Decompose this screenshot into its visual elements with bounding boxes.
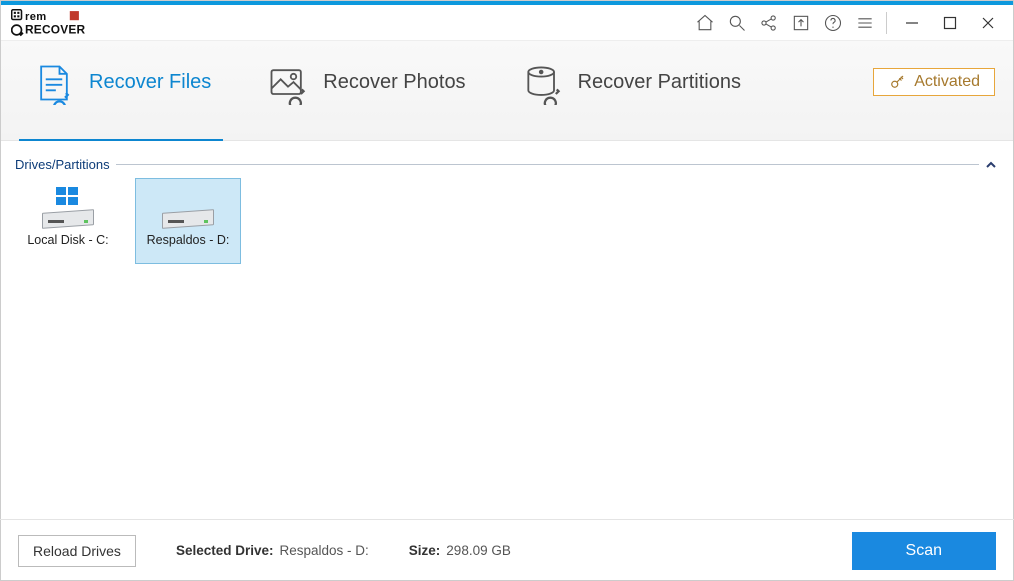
tab-recover-partitions[interactable]: Recover Partitions [508,41,753,141]
size-info: Size: 298.09 GB [409,543,511,558]
reload-drives-button[interactable]: Reload Drives [18,535,136,567]
titlebar-icons [690,8,1007,38]
photos-icon [265,60,311,106]
selected-drive-info: Selected Drive: Respaldos - D: [176,543,369,558]
export-icon[interactable] [786,8,816,38]
section-header: Drives/Partitions [15,157,999,172]
titlebar: rem RECOVER [1,1,1013,41]
section-divider [116,164,979,165]
search-icon[interactable] [722,8,752,38]
files-icon [31,60,77,106]
maximize-button[interactable] [931,8,969,38]
drive-item-c[interactable]: Local Disk - C: [15,178,121,264]
drive-icon [162,195,214,227]
svg-text:rem: rem [25,11,47,23]
drive-label: Local Disk - C: [27,233,108,247]
section-title: Drives/Partitions [15,157,110,172]
tab-label: Recover Partitions [578,71,741,94]
share-icon[interactable] [754,8,784,38]
help-icon[interactable] [818,8,848,38]
scan-button[interactable]: Scan [852,532,996,570]
tab-label: Recover Files [89,71,211,94]
svg-text:RECOVER: RECOVER [25,22,85,36]
main-area: Drives/Partitions Local Disk - C: [1,141,1013,264]
size-key: Size: [409,543,441,558]
partitions-icon [520,60,566,106]
activated-button[interactable]: Activated [873,68,995,96]
selected-drive-key: Selected Drive: [176,543,274,558]
tab-recover-photos[interactable]: Recover Photos [253,41,477,141]
size-value: 298.09 GB [446,543,511,558]
menu-icon[interactable] [850,8,880,38]
selected-drive-value: Respaldos - D: [279,543,368,558]
app-logo: rem RECOVER [11,9,116,37]
drive-icon [42,195,94,227]
activated-label: Activated [914,73,980,91]
drive-item-d[interactable]: Respaldos - D: [135,178,241,264]
minimize-button[interactable] [893,8,931,38]
home-icon[interactable] [690,8,720,38]
windows-icon [56,187,80,207]
chevron-up-icon[interactable] [985,158,999,172]
close-button[interactable] [969,8,1007,38]
drives-list: Local Disk - C: Respaldos - D: [15,178,999,264]
toolbar: Recover Files Recover Photos Recover Par… [1,41,1013,141]
footer: Reload Drives Selected Drive: Respaldos … [0,519,1014,581]
tab-label: Recover Photos [323,71,465,94]
drive-label: Respaldos - D: [147,233,230,247]
tab-recover-files[interactable]: Recover Files [19,41,223,141]
